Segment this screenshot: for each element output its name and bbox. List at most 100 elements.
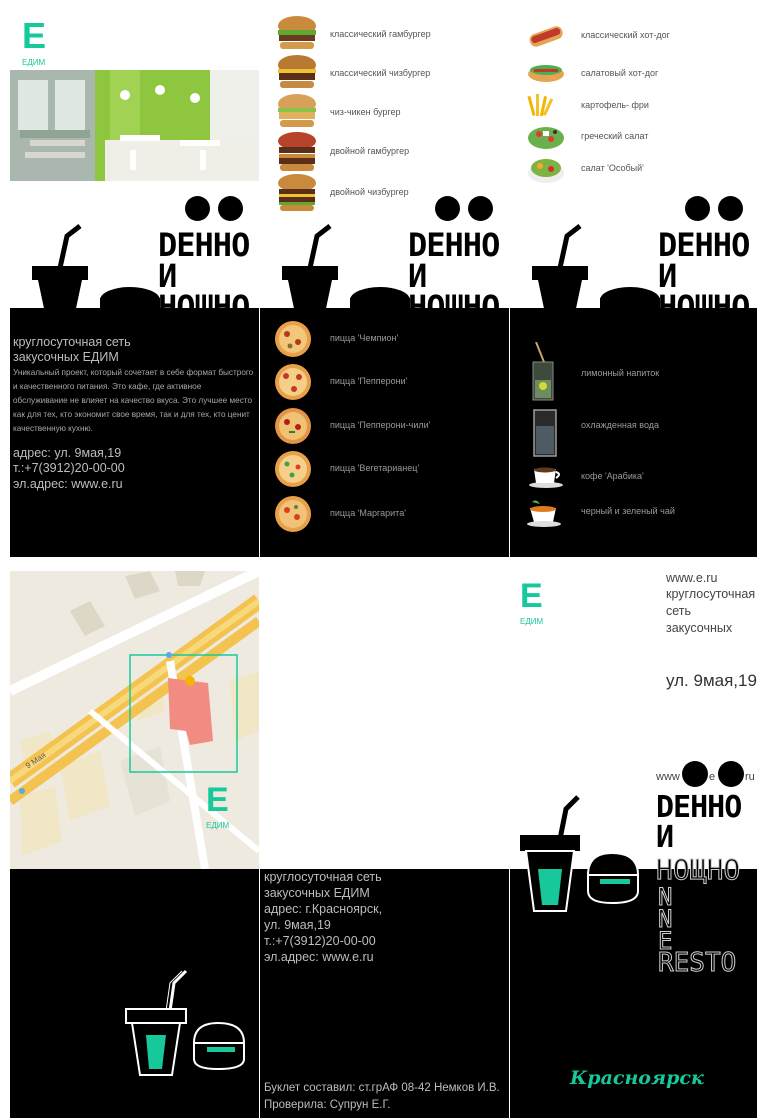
pizza-icon [275,451,311,487]
burger-label: двойной гамбургер [330,146,410,156]
map-bottom-block [10,869,259,1118]
city-name: Красноярск [570,1067,704,1089]
snack-label: салатовый хот-дог [581,68,659,78]
logo-letter: E [206,781,229,819]
pizza-label: пицца 'Вегетарианец' [330,463,420,473]
panel-contacts: круглосуточная сеть закусочных ЕДИМ адре… [260,571,509,1118]
logo-letter: E [22,15,47,56]
logo-text: ЕДИМ [520,617,544,626]
cover-line-3: закусочных [666,621,733,635]
about-block: круглосуточная сеть закусочных ЕДИМ Уник… [10,308,259,557]
logo-text: ЕДИМ [22,58,46,67]
snack-label: классический хот-дог [581,30,670,40]
chicken-burger-icon [278,94,316,127]
pizza-label: пицца 'Чемпион' [330,333,399,343]
snack-label: картофель- фри [581,100,649,110]
hotdog-icon [529,26,563,47]
slogan: DEHHO И [656,790,742,855]
eye-dot [718,761,744,787]
panel-map: 9 Мая E ЕДИМ [10,571,259,1118]
cover-site: www.e.ru [666,571,718,585]
pizza-block: пицца 'Чемпион' пицца 'Пепперони' пицца … [260,308,509,557]
eye-dot [682,761,708,787]
contacts-line-1: круглосуточная сеть [264,870,382,884]
double-burger-icon [278,132,316,171]
snack-label: греческий салат [581,131,649,141]
burger-label: классический гамбургер [330,29,431,39]
burger-icon [278,16,316,49]
about-address: адрес: ул. 9мая,19 [13,446,122,460]
pizza-label: пицца 'Пепперони' [330,376,408,386]
coffee-cup-icon [529,467,563,488]
cheeseburger-icon [278,55,316,88]
greek-salad-icon [528,127,564,149]
list-item: салатовый хот-дог [526,60,658,91]
list-item: пицца 'Пепперони-чили' [274,407,430,450]
list-item: пицца 'Вегетарианец' [274,450,419,493]
drink-label: лимонный напиток [581,368,660,378]
list-item: греческий салат [526,122,648,157]
cup-outline-icon [520,795,639,912]
cover-line-1: круглосуточная [666,587,756,601]
cup-silhouette-icon [32,224,160,318]
list-item: кофе 'Арабика' [528,465,644,494]
drinks-block: лимонный напиток охлажденная вода кофе '… [510,308,757,557]
list-item: чиз-чикен бургер [276,94,401,135]
panel-burgers-pizzas: классический гамбургер классический чизб… [260,8,509,557]
contacts-line-5: т.:+7(3912)20-00-00 [264,934,376,948]
list-item: пицца 'Маргарита' [274,495,406,538]
tea-cup-icon [527,500,561,527]
burger-label: чиз-чикен бургер [330,107,401,117]
cup-outline-icon [125,969,245,1076]
drink-label: черный и зеленый чай [581,506,675,516]
logo-text: ЕДИМ [206,821,230,830]
pizza-icon [275,496,311,532]
list-item: двойной чизбургер [276,174,409,217]
contacts-top-blank [260,571,509,869]
contacts-line-4: ул. 9мая,19 [264,918,331,932]
about-description: Уникальный проект, который сочетает в се… [13,368,254,433]
snack-label: салат 'Особый' [581,163,644,173]
list-item: классический гамбургер [276,16,431,57]
cover-street: ул. 9мая,19 [666,671,757,690]
list-item: пицца 'Пепперони' [274,363,407,406]
list-item: лимонный напиток [530,341,659,407]
credits-line-2: Проверила: Супрун Е.Г. [264,1099,391,1111]
contacts-line-2: закусочных ЕДИМ [264,886,370,900]
list-item: охлажденная вода [532,408,659,463]
logo-letter: E [520,577,543,615]
panel-about: E ЕДИМ DEHHO И НОЩНО круглосуточная сеть… [10,8,259,557]
about-phone: т.:+7(3912)20-00-00 [13,461,125,475]
slogan-line3: НОЩНО [655,853,741,886]
contacts-line-6: эл.адрес: www.e.ru [264,950,374,964]
pizza-icon [275,364,311,400]
list-item: пицца 'Чемпион' [274,320,398,363]
web-suffix: ru [745,771,755,783]
cafe-interior-photo [10,70,259,181]
pizza-icon [275,408,311,444]
fries-icon [527,94,554,117]
contacts-line-3: адрес: г.Красноярск, [264,902,383,916]
list-item: черный и зеленый чай [526,498,675,533]
web-prefix: www [656,771,680,783]
salad-hotdog-icon [528,65,564,82]
list-item: салат 'Особый' [526,153,644,190]
lemonade-icon [532,341,554,401]
special-salad-icon [528,159,564,183]
pizza-label: пицца 'Маргарита' [330,508,406,518]
drink-label: кофе 'Арабика' [581,471,644,481]
slogan-line2: И [656,820,674,855]
list-item: двойной гамбургер [276,132,409,177]
slogan-line1: DEHHO [656,790,742,825]
panel-cover: E ЕДИМ www.e.ru круглосуточная сеть заку… [510,571,757,1118]
water-glass-icon [533,409,557,457]
cover-web-eyes: www e ru [656,761,757,791]
list-item: классический хот-дог [526,20,670,55]
credits-line-1: Буклет составил: ст.грАФ 08-42 Немков И.… [264,1082,500,1094]
about-email: эл.адрес: www.e.ru [13,477,123,491]
contacts-block: круглосуточная сеть закусочных ЕДИМ адре… [260,869,509,1118]
panel-snacks-drinks: классический хот-дог салатовый хот-дог к… [510,8,757,557]
pizza-label: пицца 'Пепперони-чили' [330,420,431,430]
drink-label: охлажденная вода [581,420,660,430]
burger-label: двойной чизбургер [330,187,409,197]
